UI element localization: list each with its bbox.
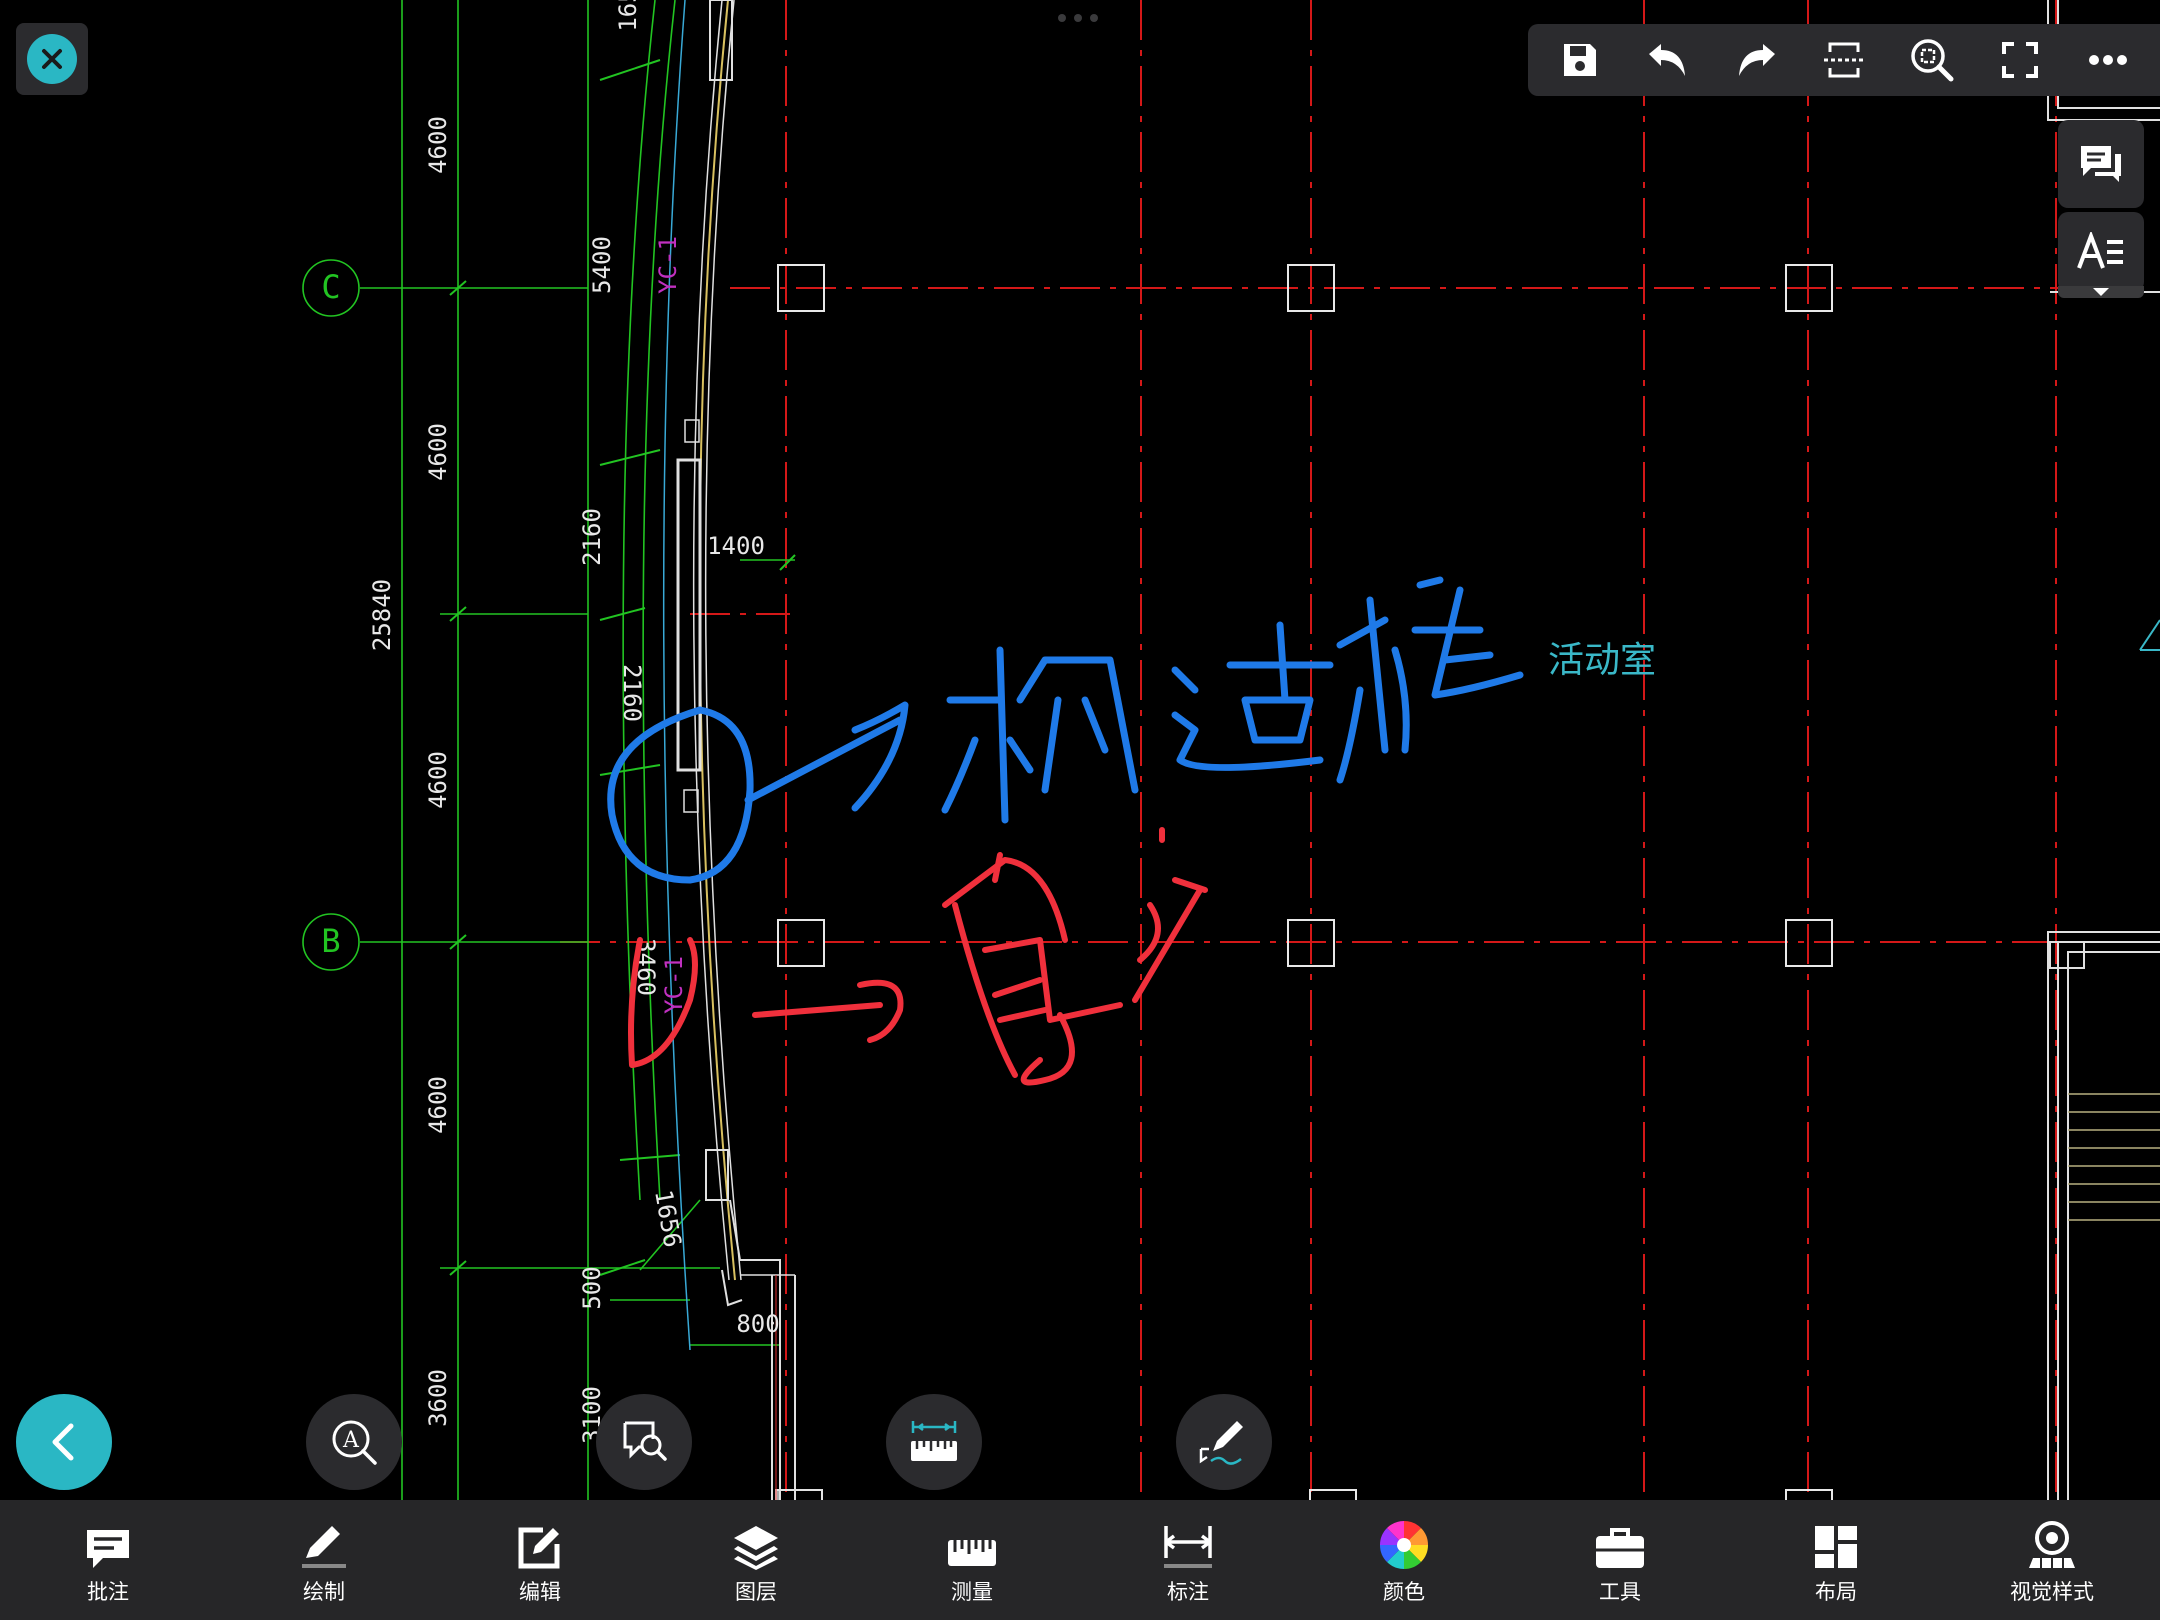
- column-markers: [775, 264, 1833, 1500]
- save-icon[interactable]: [1545, 28, 1615, 92]
- undo-icon[interactable]: [1633, 28, 1703, 92]
- nav-measure[interactable]: 测量: [864, 1500, 1080, 1620]
- nav-label: 测量: [951, 1580, 993, 1604]
- markup-pen-button[interactable]: [1176, 1394, 1272, 1490]
- nav-tools[interactable]: 工具: [1512, 1500, 1728, 1620]
- nav-label: 图层: [735, 1580, 777, 1604]
- markup-blue[interactable]: [607, 576, 1524, 884]
- bottom-nav: 批注 绘制 编辑 图层 测量 标注 颜色 工具 布局 视觉样式: [0, 1500, 2160, 1620]
- nav-label: 工具: [1599, 1580, 1641, 1604]
- chevron-down-icon[interactable]: [2058, 286, 2144, 298]
- close-button[interactable]: [16, 23, 88, 95]
- layers-icon: [734, 1526, 778, 1570]
- nav-annotate[interactable]: 批注: [0, 1500, 216, 1620]
- nav-visual-style[interactable]: 视觉样式: [1944, 1500, 2160, 1620]
- nav-label: 绘制: [303, 1580, 345, 1604]
- drag-handle[interactable]: [1058, 14, 1098, 22]
- edit-icon: [518, 1527, 560, 1569]
- comments-icon: [2081, 146, 2121, 182]
- dim-inner-2160a: 2160: [578, 508, 606, 566]
- measure-icon: [911, 1421, 957, 1461]
- text-search-button[interactable]: A: [306, 1394, 402, 1490]
- more-icon[interactable]: [2073, 28, 2143, 92]
- dim-inner-2160b: 2160: [618, 664, 646, 722]
- room-label: 活动室: [1548, 640, 1656, 681]
- dim-inner-5400: 5400: [588, 236, 616, 294]
- curved-wall: [676, 0, 823, 1500]
- dim-left-2: 4600: [424, 423, 452, 481]
- grid-label-c: C: [321, 268, 340, 306]
- nav-label: 标注: [1167, 1580, 1209, 1604]
- chevron-left-icon: [52, 1423, 74, 1461]
- section-icon[interactable]: [1809, 28, 1879, 92]
- drawing-canvas[interactable]: C B 4600 4600 4600 4600 3600 25840 165 5…: [0, 0, 2160, 1500]
- dim-left-5: 3600: [424, 1369, 452, 1427]
- text-style-icon: [2077, 232, 2123, 269]
- zoom-fit-icon[interactable]: [1897, 28, 1967, 92]
- nav-label: 视觉样式: [2010, 1580, 2094, 1604]
- dim-inner-165: 165: [614, 0, 642, 32]
- window-tag-yc1-bottom: YC-1: [660, 956, 688, 1014]
- nav-label: 颜色: [1383, 1580, 1425, 1604]
- window-tag-yc1-top: YC-1: [654, 236, 682, 294]
- comment-search-button[interactable]: [596, 1394, 692, 1490]
- grid-label-b: B: [321, 922, 340, 960]
- nav-label: 布局: [1815, 1580, 1857, 1604]
- dim-800: 800: [736, 1310, 779, 1338]
- color-wheel-icon: [1379, 1520, 1429, 1570]
- fullscreen-icon[interactable]: [1985, 28, 2055, 92]
- nav-layers[interactable]: 图层: [648, 1500, 864, 1620]
- measure-button[interactable]: [886, 1394, 982, 1490]
- pencil-icon: [302, 1526, 346, 1568]
- top-toolbar: [1528, 24, 2160, 96]
- dim-left-3: 4600: [424, 751, 452, 809]
- visual-style-icon: [2029, 1521, 2075, 1568]
- nav-label: 批注: [87, 1580, 129, 1604]
- dimension-icon: [1164, 1526, 1212, 1568]
- annotation-icon: [87, 1530, 129, 1568]
- markup-pen-icon: [1199, 1421, 1243, 1465]
- dim-left-4: 4600: [424, 1076, 452, 1134]
- nav-dimension[interactable]: 标注: [1080, 1500, 1296, 1620]
- dimension-lines: [302, 0, 796, 1500]
- text-style-button[interactable]: [2058, 212, 2144, 292]
- nav-layout[interactable]: 布局: [1728, 1500, 1944, 1620]
- back-button[interactable]: [16, 1394, 112, 1490]
- dim-total: 25840: [368, 579, 396, 651]
- svg-text:A: A: [342, 1428, 360, 1453]
- dim-inner-500: 500: [578, 1266, 606, 1309]
- comments-button[interactable]: [2058, 120, 2144, 208]
- comment-search-icon: [623, 1421, 667, 1461]
- redo-icon[interactable]: [1721, 28, 1791, 92]
- dim-1400: 1400: [707, 532, 765, 560]
- toolbox-icon: [1596, 1528, 1644, 1568]
- close-icon: [27, 34, 77, 84]
- ruler-icon: [948, 1540, 996, 1566]
- layout-icon: [1815, 1526, 1857, 1568]
- nav-draw[interactable]: 绘制: [216, 1500, 432, 1620]
- nav-color[interactable]: 颜色: [1296, 1500, 1512, 1620]
- nav-label: 编辑: [519, 1580, 561, 1604]
- text-search-icon: A: [332, 1420, 377, 1465]
- nav-edit[interactable]: 编辑: [432, 1500, 648, 1620]
- dim-left-1: 4600: [424, 116, 452, 174]
